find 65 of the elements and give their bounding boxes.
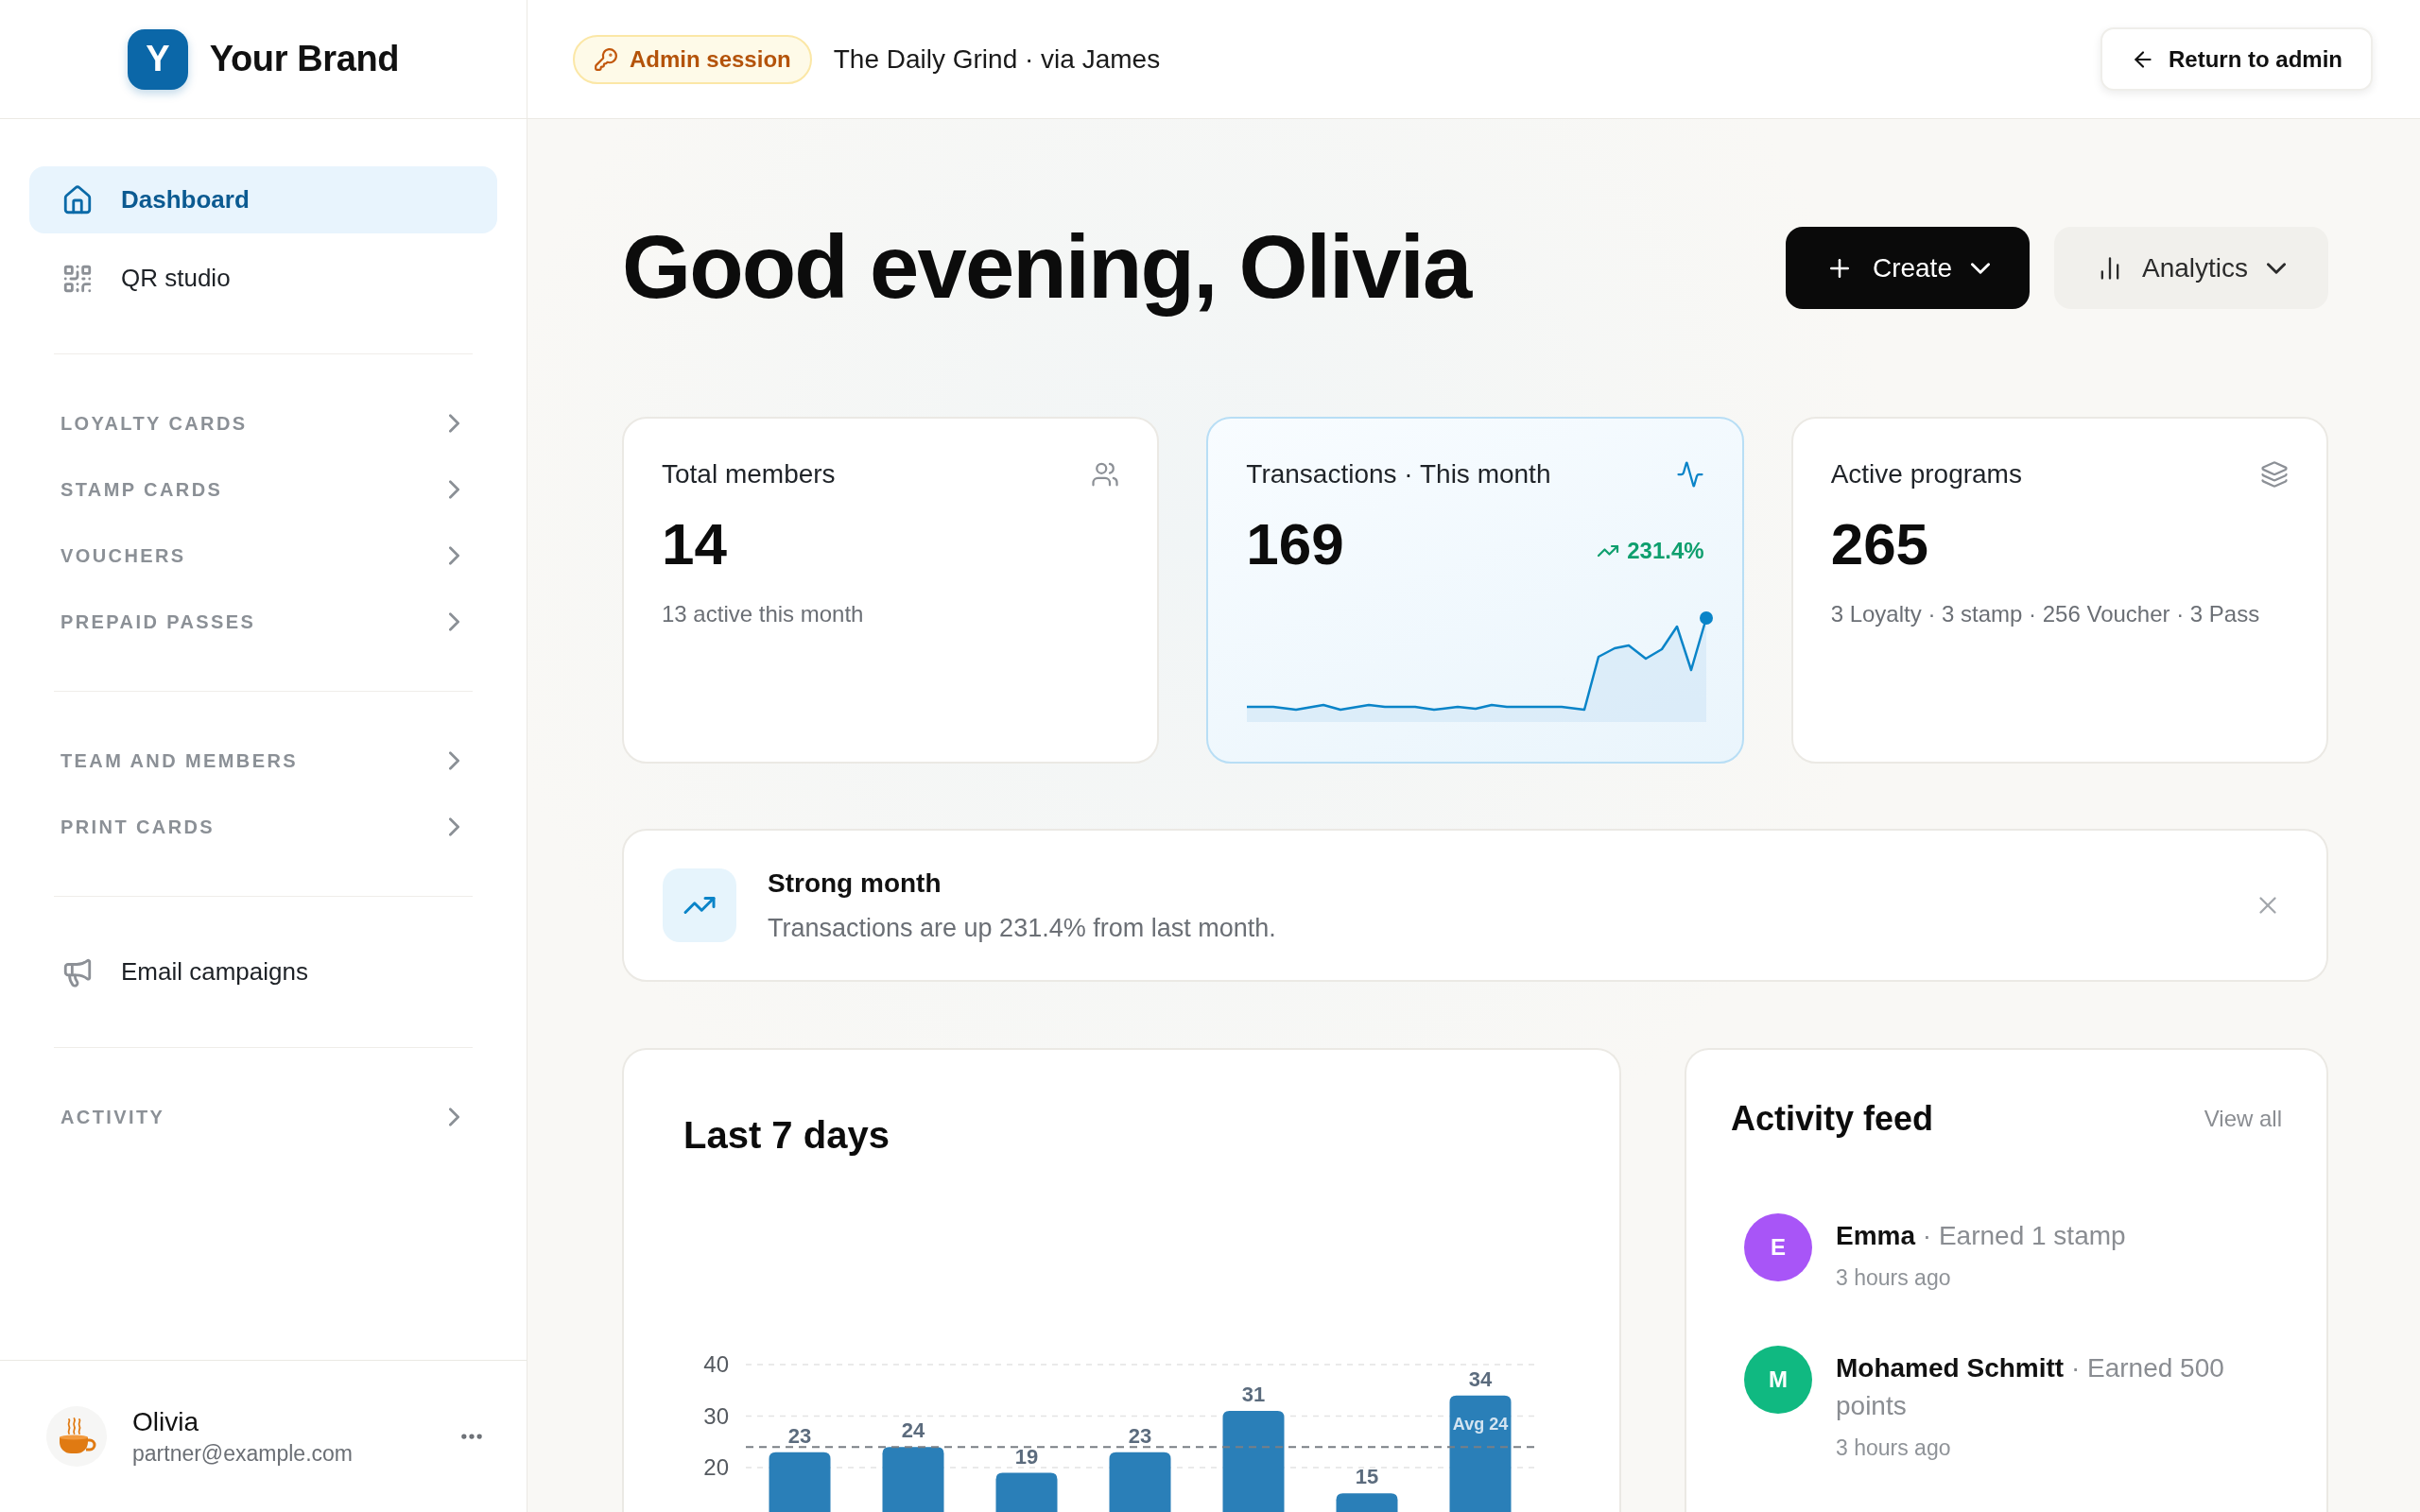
- nav-section[interactable]: STAMP CARDS: [29, 462, 497, 517]
- stat-title: Transactions · This month: [1246, 458, 1551, 490]
- nav-section[interactable]: TEAM AND MEMBERS: [29, 733, 497, 788]
- chevron-down-icon: [2267, 262, 2286, 274]
- stat-value: 14: [662, 516, 727, 573]
- stat-title: Active programs: [1830, 458, 2022, 490]
- nav-section[interactable]: ACTIVITY: [29, 1090, 497, 1144]
- chevron-down-icon: [1970, 262, 1990, 274]
- chart-bar: [995, 1472, 1058, 1512]
- stat-note: 3 Loyalty · 3 stamp · 256 Voucher · 3 Pass: [1830, 600, 2261, 628]
- stat-note: 13 active this month: [662, 600, 865, 628]
- bar-value-label: 31: [1241, 1383, 1266, 1407]
- view-all-link[interactable]: View all: [2204, 1102, 2282, 1136]
- banner-message: Transactions are up 231.4% from last month.: [768, 912, 1277, 944]
- trend-percentage: 231.4%: [1627, 537, 1704, 565]
- home-icon: [61, 183, 94, 216]
- user-email: partner@example.com: [132, 1440, 354, 1468]
- chart-title: Last 7 days: [683, 1113, 890, 1158]
- chart-bar: [769, 1452, 831, 1512]
- activity-text: Emma · Earned 1 stamp: [1836, 1220, 2127, 1252]
- bar-value-label: 24: [901, 1418, 925, 1443]
- nav-section[interactable]: LOYALTY CARDS: [29, 396, 497, 451]
- chart-bar: [1109, 1452, 1171, 1512]
- bar-value-label: 34: [1468, 1366, 1493, 1391]
- session-context: The Daily Grind · via James: [833, 43, 1161, 76]
- nav-section[interactable]: PRINT CARDS: [29, 799, 497, 854]
- banner-title: Strong month: [768, 867, 942, 900]
- brand-logo: Y: [127, 28, 188, 90]
- nav-section[interactable]: PREPAID PASSES: [29, 594, 497, 649]
- user-name: Olivia: [132, 1406, 199, 1438]
- coffee-cup-icon: [46, 1406, 107, 1467]
- nav-link[interactable]: Email campaigns: [29, 938, 497, 1005]
- layers-icon: [2260, 460, 2289, 489]
- nav-link[interactable]: Dashboard: [29, 166, 497, 233]
- activity-time: 3 hours ago: [1836, 1264, 1952, 1292]
- key-icon: [594, 46, 618, 72]
- bar-value-label: 23: [1128, 1423, 1152, 1448]
- brand-name: Your Brand: [209, 38, 400, 80]
- axis-tick-label: 40: [703, 1351, 729, 1377]
- activity-time: 3 hours ago: [1836, 1435, 1952, 1462]
- trending-up-icon: [663, 868, 736, 942]
- bar-value-label: 15: [1355, 1465, 1379, 1489]
- bar-value-label: 23: [787, 1423, 812, 1448]
- greeting-heading: Good evening, Olivia: [622, 216, 1471, 319]
- chart-bar: [882, 1447, 944, 1512]
- admin-session-label: Admin session: [630, 44, 791, 74]
- create-button[interactable]: Create: [1785, 227, 2030, 309]
- average-label: Avg 24: [1452, 1415, 1509, 1435]
- activity-text: Mohamed Schmitt · Earned 500 points: [1836, 1352, 2225, 1422]
- nav-link[interactable]: QR studio: [29, 245, 497, 312]
- initial-avatar: E: [1744, 1213, 1812, 1281]
- nav-section[interactable]: VOUCHERS: [29, 528, 497, 583]
- chart-bar: [1336, 1493, 1398, 1512]
- stat-title: Total members: [662, 458, 836, 490]
- users-icon: [1091, 460, 1120, 489]
- return-to-admin-button[interactable]: Return to admin: [2100, 27, 2373, 91]
- bar-value-label: 19: [1014, 1444, 1039, 1469]
- axis-tick-label: 20: [703, 1454, 729, 1481]
- activity-feed-title: Activity feed: [1731, 1098, 1934, 1140]
- analytics-button[interactable]: Analytics: [2053, 227, 2328, 309]
- initial-avatar: M: [1744, 1346, 1812, 1414]
- axis-tick-label: 30: [703, 1402, 729, 1429]
- stat-value: 265: [1830, 516, 1929, 573]
- pulse-icon: [1675, 460, 1704, 489]
- stat-value: 169: [1246, 516, 1344, 573]
